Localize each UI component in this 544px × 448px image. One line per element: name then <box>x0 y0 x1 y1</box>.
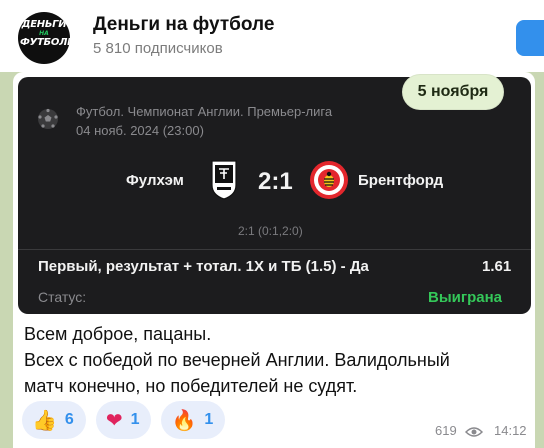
home-team-name: Фулхэм <box>126 172 184 189</box>
channel-logo: ДЕНЬГИ НА ФУТБОЛЕ <box>20 19 70 56</box>
league-name: Футбол. Чемпионат Англии. Премьер-лига <box>76 104 333 119</box>
reaction-count: 1 <box>204 411 214 428</box>
away-team-name: Брентфорд <box>358 172 444 189</box>
message-line: Всем доброе, пацаны. <box>24 324 212 344</box>
bet-description: Первый, результат + тотал. 1Х и ТБ (1.5)… <box>38 258 369 275</box>
channel-avatar[interactable]: ДЕНЬГИ НА ФУТБОЛЕ <box>18 12 70 64</box>
heart-icon: ❤ <box>105 408 123 432</box>
football-icon <box>38 108 58 129</box>
status-label: Статус: <box>38 289 87 305</box>
join-button[interactable] <box>516 20 544 56</box>
status-value: Выиграна <box>428 289 503 306</box>
match-date: 04 нояб. 2024 (23:00) <box>76 123 204 138</box>
away-team-crest-icon <box>310 161 348 199</box>
half-time-scores: 2:1 (0:1,2:0) <box>238 224 303 238</box>
message-time: 14:12 <box>494 423 527 438</box>
bet-odds: 1.61 <box>482 258 512 275</box>
channel-header: ДЕНЬГИ НА ФУТБОЛЕ Деньги на футболе 5 81… <box>0 0 544 72</box>
reactions-bar: 👍 6 ❤ 1 🔥 1 <box>22 401 226 439</box>
reaction-count: 6 <box>64 411 74 428</box>
match-score: 2:1 <box>258 168 293 195</box>
message-text: Всем доброе, пацаны. Всех с победой по в… <box>24 321 524 399</box>
view-count: 619 <box>435 423 457 438</box>
channel-title[interactable]: Деньги на футболе <box>93 14 274 36</box>
message-line: Всех с победой по вечерней Англии. Валид… <box>24 350 450 370</box>
subscriber-count: 5 810 подписчиков <box>93 40 223 57</box>
fire-icon: 🔥 <box>171 408 197 432</box>
reaction-fire[interactable]: 🔥 1 <box>161 401 226 439</box>
logo-text-3: ФУТБОЛЕ <box>20 37 70 48</box>
logo-text-1: ДЕНЬГИ <box>21 19 67 30</box>
home-team-crest-icon <box>211 160 237 200</box>
thumbs-up-icon: 👍 <box>32 408 57 432</box>
reaction-thumbs-up[interactable]: 👍 6 <box>22 401 86 439</box>
card-divider <box>18 249 531 250</box>
message-line: матч конечно, но победителей не судят. <box>24 376 358 396</box>
date-badge: 5 ноября <box>402 74 504 110</box>
eye-icon <box>465 427 483 437</box>
reaction-count: 1 <box>130 411 140 428</box>
reaction-heart[interactable]: ❤ 1 <box>95 401 152 439</box>
